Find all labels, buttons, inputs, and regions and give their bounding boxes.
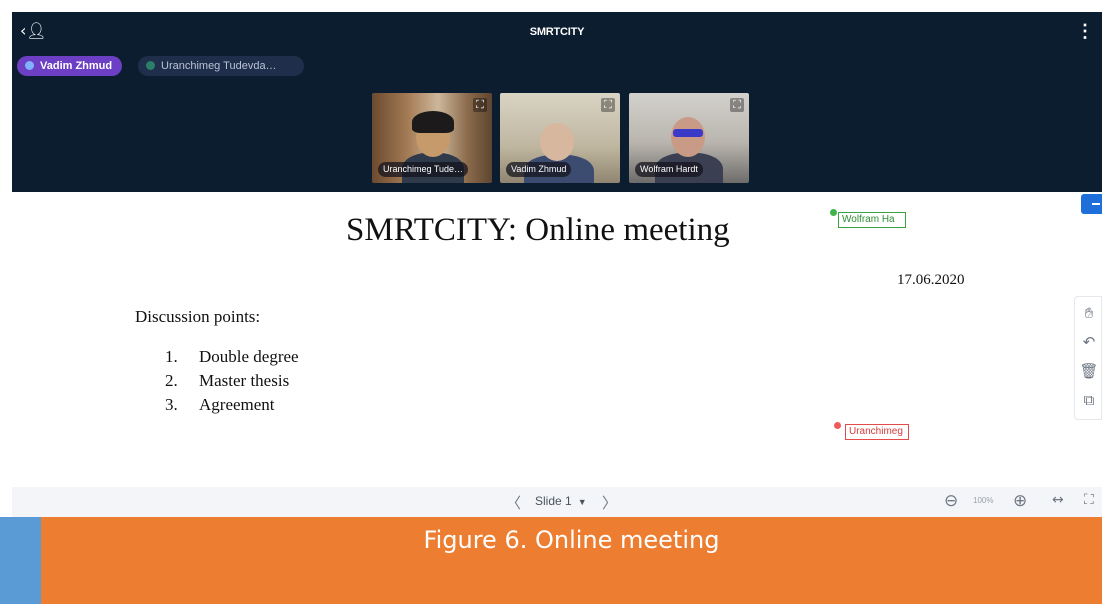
talking-indicator-pill[interactable]: Vadim Zhmud: [17, 56, 123, 76]
next-slide-button[interactable]: 〉: [602, 492, 617, 513]
video-tile[interactable]: ⛶ Uranchimeg Tude…: [372, 93, 492, 183]
meeting-title: SMRTCITY: [529, 26, 585, 38]
discussion-list: 1. Double degree 2. Master thesis 3. Agreem…: [165, 345, 299, 417]
fit-width-icon[interactable]: ↔: [1052, 492, 1064, 508]
slide-label: Slide 1: [535, 494, 572, 508]
remote-cursor-label: Uranchimeg: [845, 424, 909, 440]
annotation-toolbar: ✋︎ ↶ 🗑︎ ⧉: [1074, 296, 1102, 420]
video-tile[interactable]: ⛶ Vadim Zhmud: [500, 93, 620, 183]
list-item: 2. Master thesis: [165, 369, 299, 393]
list-item: 3. Agreement: [165, 393, 299, 417]
multi-user-whiteboard-icon[interactable]: ⧉: [1075, 390, 1102, 410]
cursor-dot-icon: [830, 209, 837, 216]
participant-pill[interactable]: Uranchimeg Tudevda…: [138, 56, 304, 76]
more-vertical-icon[interactable]: ⋮: [1076, 22, 1094, 40]
list-number: 3.: [165, 395, 178, 414]
video-tile[interactable]: ⛶ Wolfram Hardt: [629, 93, 749, 183]
person-hair: [412, 111, 454, 133]
discussion-heading: Discussion points:: [135, 307, 261, 326]
zoom-in-icon[interactable]: ⊕: [1013, 491, 1027, 511]
slide-date: 17.06.2020: [897, 272, 965, 288]
expand-icon[interactable]: ⛶: [601, 98, 615, 112]
slide-title: SMRTCITY: Online meeting: [346, 212, 730, 248]
person-face: [540, 123, 574, 161]
zoom-out-icon[interactable]: ⊖: [944, 491, 958, 511]
video-name-tag: Wolfram Hardt: [635, 162, 703, 177]
list-text: Double degree: [199, 347, 299, 366]
video-name-tag: Uranchimeg Tude…: [378, 162, 469, 177]
minimize-presentation-button[interactable]: [1081, 194, 1102, 214]
video-name-tag: Vadim Zhmud: [506, 162, 572, 177]
list-item: 1. Double degree: [165, 345, 299, 369]
microphone-icon: [25, 61, 34, 70]
list-text: Agreement: [199, 395, 275, 414]
figure-caption: Figure 6. Online meeting: [423, 526, 720, 554]
list-text: Master thesis: [199, 371, 290, 390]
participant-name: Uranchimeg Tudevda…: [161, 60, 277, 72]
figure-caption-band: Figure 6. Online meeting: [0, 517, 1102, 604]
meeting-header: ‹👤︎ SMRTCITY ⋮ Vadim Zhmud Uranchimeg Tu…: [12, 12, 1102, 192]
list-number: 1.: [165, 347, 178, 366]
chevron-down-icon: ▼: [577, 497, 587, 507]
minus-icon: [1092, 203, 1100, 205]
expand-icon[interactable]: ⛶: [730, 98, 744, 112]
fullscreen-icon[interactable]: ⛶: [1084, 492, 1094, 508]
expand-icon[interactable]: ⛶: [473, 98, 487, 112]
list-number: 2.: [165, 371, 178, 390]
undo-icon[interactable]: ↶: [1075, 332, 1102, 352]
remote-cursor-label: Wolfram Ha: [838, 212, 906, 228]
presentation-controls: 〈 Slide 1 ▼ 〉 ⊖ 100% ⊕ ↔ ⛶: [12, 487, 1102, 517]
speaker-name: Vadim Zhmud: [40, 60, 113, 72]
caption-accent-bar: [0, 517, 41, 604]
prev-slide-button[interactable]: 〈: [506, 492, 521, 513]
status-dot-icon: [146, 61, 155, 70]
zoom-level: 100%: [973, 496, 994, 505]
person-glasses: [673, 129, 703, 137]
person-face: [671, 117, 705, 157]
hand-icon[interactable]: ✋︎: [1075, 303, 1102, 323]
trash-icon[interactable]: 🗑︎: [1075, 361, 1102, 381]
cursor-dot-icon: [834, 422, 841, 429]
slide-selector[interactable]: Slide 1 ▼: [535, 494, 587, 508]
